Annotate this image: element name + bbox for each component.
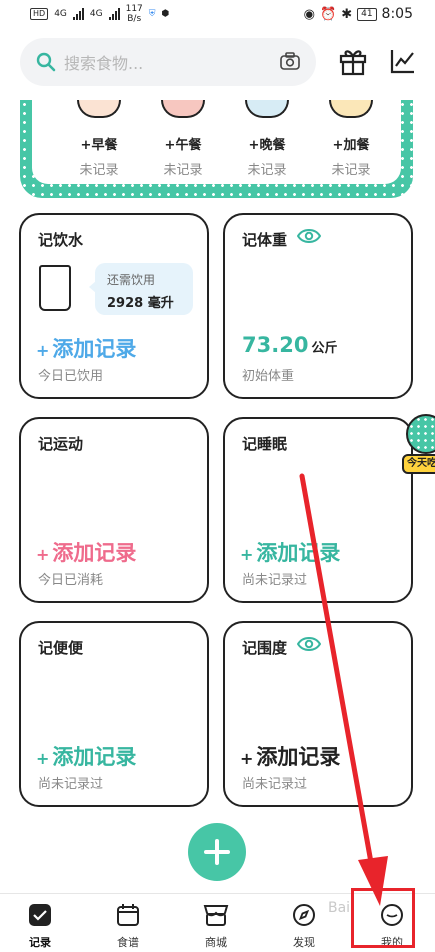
watermark: Bai [328, 900, 351, 916]
calendar-icon [117, 904, 139, 926]
clock: 8:05 [381, 6, 413, 22]
eye-icon: ◉ [303, 6, 315, 22]
eye-icon[interactable] [297, 228, 321, 244]
card-title: 记饮水 [38, 231, 84, 249]
card-hint: 今日已饮用 [38, 369, 104, 384]
snack-icon [329, 100, 373, 118]
card-title: 记围度 [242, 639, 288, 657]
search-placeholder: 搜索食物... [64, 54, 144, 73]
lunch-icon [161, 100, 205, 118]
compass-icon [293, 904, 315, 926]
tab-record[interactable]: 记录 [10, 902, 70, 950]
card-hint: 尚未记录过 [38, 777, 104, 792]
breakfast-icon [77, 100, 121, 118]
net-speed: 117 B/s [125, 4, 143, 24]
eye-icon[interactable] [297, 636, 321, 652]
card-hint: 今日已消耗 [38, 573, 104, 588]
add-record-button[interactable]: + 添加记录 [36, 537, 136, 567]
card-weight[interactable]: 记体重 73.20 公斤 初始体重 [223, 213, 413, 399]
meal-panel: +早餐 未记录 +午餐 未记录 +晚餐 未记录 +加餐 未记录 [20, 100, 413, 198]
add-record-button[interactable]: + 添加记录 [36, 741, 136, 771]
bluetooth-icon: ✱ [341, 6, 353, 22]
hd-icon: HD [30, 8, 49, 20]
today-eat-badge[interactable]: 今天吃 [402, 414, 435, 480]
card-water[interactable]: 记饮水 还需饮用 2928 毫升 + 添加记录 今日已饮用 [19, 213, 209, 399]
store-icon [203, 905, 229, 926]
add-record-button[interactable]: + 添加记录 [36, 333, 136, 363]
gift-icon[interactable] [338, 46, 368, 76]
cup-icon [39, 265, 71, 311]
search-icon [36, 52, 56, 72]
alarm-icon: ⏰ [320, 6, 337, 22]
card-hint: 初始体重 [242, 369, 295, 384]
bowl-icon [406, 414, 435, 454]
chart-trend-icon[interactable] [390, 48, 416, 74]
tab-recipes[interactable]: 食谱 [98, 902, 158, 950]
card-poop[interactable]: 记便便 + 添加记录 尚未记录过 [19, 621, 209, 807]
annotation-highlight-box [351, 888, 415, 948]
today-eat-label: 今天吃 [402, 454, 435, 474]
weight-value: 73.20 公斤 [242, 333, 338, 357]
battery-icon: 41 [357, 7, 377, 21]
camera-icon[interactable] [280, 52, 300, 70]
card-hint: 尚未记录过 [242, 573, 308, 588]
shield-icon: ⛨ [148, 9, 156, 19]
card-exercise[interactable]: 记运动 + 添加记录 今日已消耗 [19, 417, 209, 603]
card-title: 记睡眠 [242, 435, 288, 453]
signal-icon [72, 8, 84, 20]
card-title: 记运动 [38, 435, 84, 453]
meal-snack[interactable]: +加餐 未记录 [306, 100, 396, 178]
card-hint: 尚未记录过 [242, 777, 308, 792]
search-input[interactable]: 搜索食物... [20, 38, 316, 86]
app-icon: ⬢ [161, 9, 170, 19]
card-measurement[interactable]: 记围度 + 添加记录 尚未记录过 [223, 621, 413, 807]
tab-discover[interactable]: 发现 [274, 902, 334, 950]
card-title: 记体重 [242, 231, 288, 249]
check-square-icon [29, 904, 51, 926]
card-title: 记便便 [38, 639, 84, 657]
meal-breakfast[interactable]: +早餐 未记录 [54, 100, 144, 178]
tab-store[interactable]: 商城 [186, 902, 246, 950]
meal-dinner[interactable]: +晚餐 未记录 [222, 100, 312, 178]
meal-lunch[interactable]: +午餐 未记录 [138, 100, 228, 178]
water-need-bubble: 还需饮用 2928 毫升 [89, 263, 193, 315]
add-fab-button[interactable] [188, 823, 246, 881]
signal-icon-2 [108, 8, 120, 20]
dinner-icon [245, 100, 289, 118]
add-record-button[interactable]: + 添加记录 [240, 741, 340, 771]
network-type: 4G [54, 9, 67, 19]
card-sleep[interactable]: 记睡眠 + 添加记录 尚未记录过 [223, 417, 413, 603]
status-bar: HD 4G 4G 117 B/s ⛨ ⬢ ◉ ⏰ ✱ 41 8:05 [0, 0, 435, 30]
network-type-2: 4G [89, 9, 103, 19]
add-record-button[interactable]: + 添加记录 [240, 537, 340, 567]
